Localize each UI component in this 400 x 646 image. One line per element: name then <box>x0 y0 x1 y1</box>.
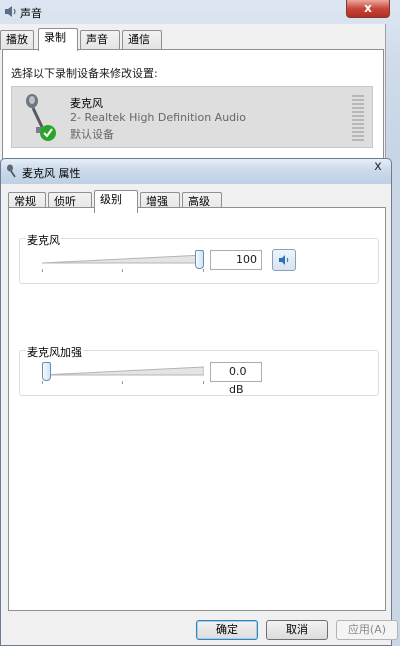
microphone-icon <box>7 164 16 178</box>
tab-playback[interactable]: 播放 <box>0 30 34 50</box>
slider-tick <box>122 269 123 272</box>
microphone-properties-dialog: 麦克风 属性 x 常规 侦听 级别 增强 高级 麦克风 100 麦克风加强 0.… <box>0 158 400 646</box>
slider-tick <box>42 269 43 272</box>
tab-levels[interactable]: 级别 <box>94 190 138 213</box>
microphone-level-slider[interactable] <box>42 250 204 272</box>
microphone-level-label: 麦克风 <box>26 232 61 248</box>
sound-window: 声音 x 播放 录制 声音 通信 选择以下录制设备来修改设置: 麦克风 2- R… <box>0 0 400 160</box>
speaker-icon <box>5 6 16 17</box>
sound-window-title: 声音 <box>20 7 42 20</box>
slider-tick <box>203 381 204 384</box>
dialog-close-button[interactable]: x <box>365 159 391 177</box>
recording-instruction: 选择以下录制设备来修改设置: <box>11 67 158 80</box>
tab-sounds[interactable]: 声音 <box>80 30 120 50</box>
microphone-boost-label: 麦克风加强 <box>26 344 83 360</box>
device-status: 默认设备 <box>70 128 114 141</box>
device-list-item[interactable]: 麦克风 2- Realtek High Definition Audio 默认设… <box>11 86 373 148</box>
microphone-icon <box>26 94 56 141</box>
microphone-level-value[interactable]: 100 <box>210 250 262 270</box>
tab-recording[interactable]: 录制 <box>38 28 78 51</box>
dialog-titlebar: 麦克风 属性 x <box>0 158 392 184</box>
microphone-level-thumb[interactable] <box>195 250 204 269</box>
slider-tick <box>42 381 43 384</box>
sound-window-titlebar: 声音 x <box>0 0 400 24</box>
slider-track <box>42 366 204 376</box>
apply-button[interactable]: 应用(A) <box>336 620 398 640</box>
microphone-boost-value[interactable]: 0.0 dB <box>210 362 262 396</box>
microphone-boost-group: 麦克风加强 0.0 dB <box>19 344 379 396</box>
slider-tick <box>122 381 123 384</box>
slider-tick <box>203 269 204 272</box>
microphone-boost-slider[interactable] <box>42 362 204 384</box>
mute-button[interactable] <box>272 249 296 271</box>
recording-panel: 选择以下录制设备来修改设置: 麦克风 2- Realtek High Defin… <box>2 49 384 160</box>
microphone-boost-thumb[interactable] <box>42 362 51 381</box>
slider-track <box>42 254 204 264</box>
tab-communications[interactable]: 通信 <box>122 30 162 50</box>
separator <box>23 320 373 321</box>
levels-panel: 麦克风 100 麦克风加强 0.0 dB <box>8 207 386 611</box>
dialog-title: 麦克风 属性 <box>22 167 81 180</box>
speaker-icon <box>279 255 289 265</box>
device-name: 麦克风 <box>70 97 103 110</box>
cancel-button[interactable]: 取消 <box>266 620 328 640</box>
sound-window-close-button[interactable]: x <box>346 0 390 18</box>
microphone-level-group: 麦克风 100 <box>19 232 379 284</box>
level-meter <box>352 95 364 141</box>
ok-button[interactable]: 确定 <box>196 620 258 640</box>
device-description: 2- Realtek High Definition Audio <box>70 111 246 124</box>
